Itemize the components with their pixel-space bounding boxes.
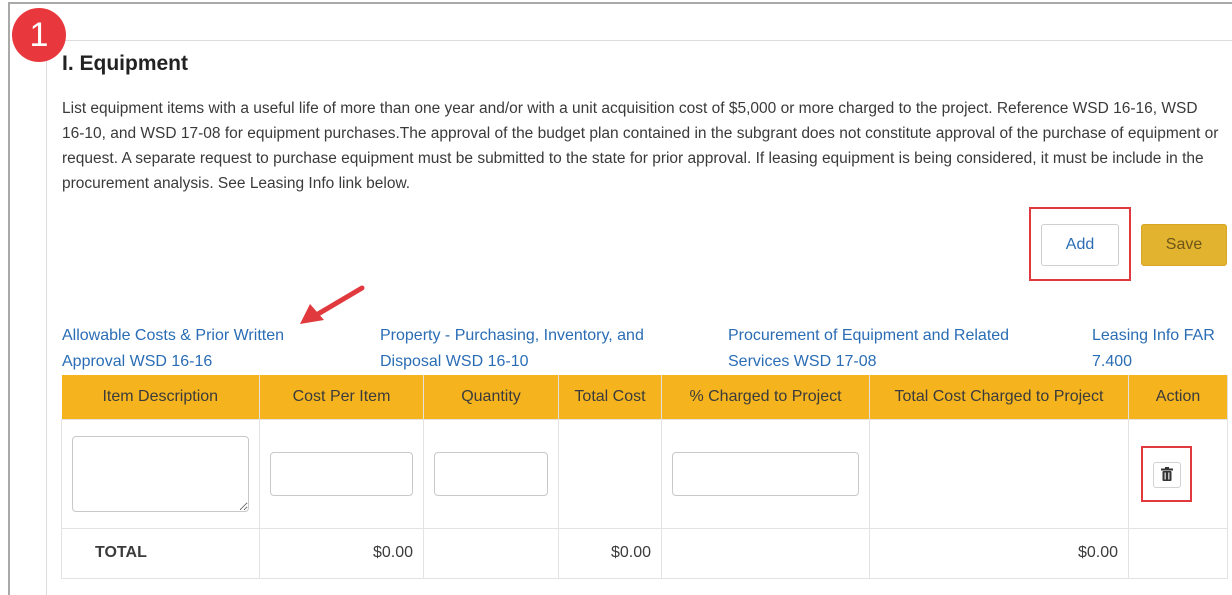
cost-per-item-input[interactable] [270, 451, 413, 496]
link-procurement-equipment[interactable]: Procurement of Equipment and Related Ser… [728, 323, 1009, 375]
link-line: Services WSD 17-08 [728, 353, 877, 370]
equipment-table: Item Description Cost Per Item Quantity … [61, 375, 1228, 579]
table-row [61, 418, 1228, 529]
total-action-cell [1128, 527, 1228, 579]
link-line: Approval WSD 16-16 [62, 353, 213, 370]
table-header-row: Item Description Cost Per Item Quantity … [61, 375, 1228, 419]
link-line: Disposal WSD 16-10 [380, 353, 529, 370]
total-cost-cell [558, 418, 662, 529]
link-line: Property - Purchasing, Inventory, and [380, 327, 644, 344]
quantity-input[interactable] [434, 451, 548, 496]
arrow-icon [300, 285, 365, 324]
column-header: Total Cost [558, 375, 662, 419]
cell [61, 418, 260, 529]
total-charged-value: $0.00 [869, 527, 1129, 579]
link-line: Procurement of Equipment and Related [728, 327, 1010, 344]
column-header: Quantity [423, 375, 559, 419]
cell [259, 418, 424, 529]
total-percent-cell [661, 527, 870, 579]
column-header: Total Cost Charged to Project [869, 375, 1129, 419]
column-header: Cost Per Item [259, 375, 424, 419]
trash-icon [1161, 466, 1173, 481]
link-allowable-costs[interactable]: Allowable Costs & Prior Written Approval… [62, 323, 284, 375]
total-charged-cell [869, 418, 1129, 529]
column-header: % Charged to Project [661, 375, 870, 419]
section-title: I. Equipment [62, 52, 188, 75]
delete-row-button[interactable] [1153, 462, 1181, 488]
link-line: Leasing Info FAR [1092, 327, 1215, 344]
total-row: TOTAL $0.00 $0.00 $0.00 [61, 527, 1228, 579]
cell [661, 418, 870, 529]
link-property-purchasing[interactable]: Property - Purchasing, Inventory, and Di… [380, 323, 644, 375]
column-header: Item Description [61, 375, 260, 419]
column-header: Action [1128, 375, 1228, 419]
total-label: TOTAL [61, 527, 260, 579]
add-button[interactable]: Add [1041, 224, 1119, 266]
link-leasing-info[interactable]: Leasing Info FAR 7.400 [1092, 323, 1215, 375]
link-line: Allowable Costs & Prior Written [62, 327, 284, 344]
total-quantity-cell [423, 527, 559, 579]
section-description: List equipment items with a useful life … [62, 100, 1219, 192]
item-description-textarea[interactable] [72, 435, 249, 512]
save-button[interactable]: Save [1141, 224, 1227, 266]
percent-charged-input[interactable] [672, 451, 859, 496]
link-line: 7.400 [1092, 353, 1133, 370]
step-number-badge: 1 [12, 8, 66, 62]
total-cost-value: $0.00 [558, 527, 662, 579]
cell [423, 418, 559, 529]
total-cost-per-item: $0.00 [259, 527, 424, 579]
